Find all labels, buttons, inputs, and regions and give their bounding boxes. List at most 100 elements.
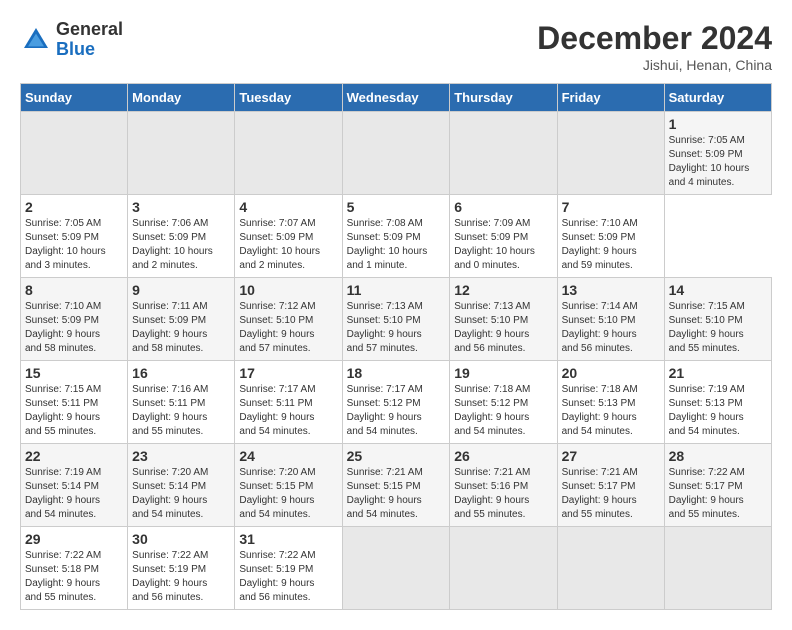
- day-number: 8: [25, 282, 123, 298]
- day-cell: 3 Sunrise: 7:06 AMSunset: 5:09 PMDaylight…: [128, 195, 235, 278]
- day-cell: 6Sunrise: 7:09 AMSunset: 5:09 PMDaylight…: [450, 195, 557, 278]
- page-header: General Blue December 2024 Jishui, Henan…: [20, 20, 772, 73]
- day-number: 20: [562, 365, 660, 381]
- day-info: Sunrise: 7:18 AMSunset: 5:12 PMDaylight:…: [454, 383, 552, 439]
- day-cell: 13 Sunrise: 7:14 AMSunset: 5:10 PMDayligh…: [557, 278, 664, 361]
- day-cell: 7 Sunrise: 7:10 AMSunset: 5:09 PMDaylight…: [557, 195, 664, 278]
- calendar-week-row: 29Sunrise: 7:22 AMSunset: 5:18 PMDayligh…: [21, 527, 772, 610]
- day-info: Sunrise: 7:22 AMSunset: 5:17 PMDaylight:…: [669, 466, 767, 522]
- day-info: Sunrise: 7:15 AMSunset: 5:10 PMDaylight:…: [669, 300, 767, 356]
- logo-icon: [20, 24, 52, 56]
- day-number: 1: [669, 116, 767, 132]
- day-info: Sunrise: 7:17 AMSunset: 5:12 PMDaylight:…: [347, 383, 446, 439]
- day-number: 27: [562, 448, 660, 464]
- day-info: Sunrise: 7:21 AMSunset: 5:15 PMDaylight:…: [347, 466, 446, 522]
- day-info: Sunrise: 7:20 AMSunset: 5:14 PMDaylight:…: [132, 466, 230, 522]
- day-number: 11: [347, 282, 446, 298]
- day-cell: 2Sunrise: 7:05 AMSunset: 5:09 PMDaylight…: [21, 195, 128, 278]
- day-cell: 20 Sunrise: 7:18 AMSunset: 5:13 PMDayligh…: [557, 361, 664, 444]
- day-number: 25: [347, 448, 446, 464]
- day-info: Sunrise: 7:22 AMSunset: 5:19 PMDaylight:…: [132, 549, 230, 605]
- day-info: Sunrise: 7:18 AMSunset: 5:13 PMDaylight:…: [562, 383, 660, 439]
- logo: General Blue: [20, 20, 123, 60]
- day-of-week-header: Thursday: [450, 84, 557, 112]
- empty-day-cell: [21, 112, 128, 195]
- day-cell: 23 Sunrise: 7:20 AMSunset: 5:14 PMDayligh…: [128, 444, 235, 527]
- day-number: 18: [347, 365, 446, 381]
- day-number: 30: [132, 531, 230, 547]
- day-cell: 29Sunrise: 7:22 AMSunset: 5:18 PMDayligh…: [21, 527, 128, 610]
- day-cell: 30 Sunrise: 7:22 AMSunset: 5:19 PMDayligh…: [128, 527, 235, 610]
- day-number: 14: [669, 282, 767, 298]
- day-info: Sunrise: 7:10 AMSunset: 5:09 PMDaylight:…: [25, 300, 123, 356]
- day-info: Sunrise: 7:10 AMSunset: 5:09 PMDaylight:…: [562, 217, 660, 273]
- day-cell: 27 Sunrise: 7:21 AMSunset: 5:17 PMDayligh…: [557, 444, 664, 527]
- day-number: 31: [239, 531, 337, 547]
- day-cell: 18 Sunrise: 7:17 AMSunset: 5:12 PMDayligh…: [342, 361, 450, 444]
- day-cell: 24Sunrise: 7:20 AMSunset: 5:15 PMDayligh…: [235, 444, 342, 527]
- day-of-week-header: Tuesday: [235, 84, 342, 112]
- day-cell: 26Sunrise: 7:21 AMSunset: 5:16 PMDayligh…: [450, 444, 557, 527]
- day-number: 3: [132, 199, 230, 215]
- calendar-table: SundayMondayTuesdayWednesdayThursdayFrid…: [20, 83, 772, 610]
- day-of-week-header: Wednesday: [342, 84, 450, 112]
- empty-day-cell: [450, 527, 557, 610]
- day-cell: 9 Sunrise: 7:11 AMSunset: 5:09 PMDaylight…: [128, 278, 235, 361]
- day-number: 16: [132, 365, 230, 381]
- empty-day-cell: [342, 112, 450, 195]
- day-number: 15: [25, 365, 123, 381]
- calendar-header-row: SundayMondayTuesdayWednesdayThursdayFrid…: [21, 84, 772, 112]
- day-cell: 22Sunrise: 7:19 AMSunset: 5:14 PMDayligh…: [21, 444, 128, 527]
- calendar-week-row: 15 Sunrise: 7:15 AMSunset: 5:11 PMDayligh…: [21, 361, 772, 444]
- day-cell: 19 Sunrise: 7:18 AMSunset: 5:12 PMDayligh…: [450, 361, 557, 444]
- empty-day-cell: [235, 112, 342, 195]
- calendar-week-row: 2Sunrise: 7:05 AMSunset: 5:09 PMDaylight…: [21, 195, 772, 278]
- day-info: Sunrise: 7:12 AMSunset: 5:10 PMDaylight:…: [239, 300, 337, 356]
- day-number: 13: [562, 282, 660, 298]
- day-number: 23: [132, 448, 230, 464]
- day-of-week-header: Saturday: [664, 84, 771, 112]
- day-number: 5: [347, 199, 446, 215]
- day-cell: 14 Sunrise: 7:15 AMSunset: 5:10 PMDayligh…: [664, 278, 771, 361]
- day-number: 10: [239, 282, 337, 298]
- day-of-week-header: Sunday: [21, 84, 128, 112]
- day-info: Sunrise: 7:11 AMSunset: 5:09 PMDaylight:…: [132, 300, 230, 356]
- day-cell: 25 Sunrise: 7:21 AMSunset: 5:15 PMDayligh…: [342, 444, 450, 527]
- day-cell: 12 Sunrise: 7:13 AMSunset: 5:10 PMDayligh…: [450, 278, 557, 361]
- day-info: Sunrise: 7:06 AMSunset: 5:09 PMDaylight:…: [132, 217, 230, 273]
- day-info: Sunrise: 7:15 AMSunset: 5:11 PMDaylight:…: [25, 383, 123, 439]
- empty-day-cell: [664, 527, 771, 610]
- calendar-week-row: 1 Sunrise: 7:05 AMSunset: 5:09 PMDaylight…: [21, 112, 772, 195]
- day-info: Sunrise: 7:05 AMSunset: 5:09 PMDaylight:…: [669, 134, 767, 190]
- day-info: Sunrise: 7:05 AMSunset: 5:09 PMDaylight:…: [25, 217, 123, 273]
- empty-day-cell: [557, 527, 664, 610]
- day-number: 28: [669, 448, 767, 464]
- day-number: 21: [669, 365, 767, 381]
- day-cell: 8 Sunrise: 7:10 AMSunset: 5:09 PMDaylight…: [21, 278, 128, 361]
- day-number: 6: [454, 199, 552, 215]
- day-info: Sunrise: 7:13 AMSunset: 5:10 PMDaylight:…: [454, 300, 552, 356]
- day-number: 9: [132, 282, 230, 298]
- empty-day-cell: [557, 112, 664, 195]
- day-cell: 11Sunrise: 7:13 AMSunset: 5:10 PMDayligh…: [342, 278, 450, 361]
- month-year: December 2024: [537, 20, 772, 57]
- day-cell: 16Sunrise: 7:16 AMSunset: 5:11 PMDayligh…: [128, 361, 235, 444]
- day-info: Sunrise: 7:14 AMSunset: 5:10 PMDaylight:…: [562, 300, 660, 356]
- empty-day-cell: [128, 112, 235, 195]
- day-cell: 4Sunrise: 7:07 AMSunset: 5:09 PMDaylight…: [235, 195, 342, 278]
- day-number: 7: [562, 199, 660, 215]
- day-cell: 21Sunrise: 7:19 AMSunset: 5:13 PMDayligh…: [664, 361, 771, 444]
- day-cell: 17Sunrise: 7:17 AMSunset: 5:11 PMDayligh…: [235, 361, 342, 444]
- day-number: 19: [454, 365, 552, 381]
- empty-day-cell: [342, 527, 450, 610]
- day-number: 12: [454, 282, 552, 298]
- day-info: Sunrise: 7:21 AMSunset: 5:17 PMDaylight:…: [562, 466, 660, 522]
- day-cell: 10 Sunrise: 7:12 AMSunset: 5:10 PMDayligh…: [235, 278, 342, 361]
- day-of-week-header: Friday: [557, 84, 664, 112]
- logo-text: General Blue: [56, 20, 123, 60]
- day-info: Sunrise: 7:07 AMSunset: 5:09 PMDaylight:…: [239, 217, 337, 273]
- day-number: 26: [454, 448, 552, 464]
- day-info: Sunrise: 7:22 AMSunset: 5:19 PMDaylight:…: [239, 549, 337, 605]
- day-cell: 31 Sunrise: 7:22 AMSunset: 5:19 PMDayligh…: [235, 527, 342, 610]
- day-number: 29: [25, 531, 123, 547]
